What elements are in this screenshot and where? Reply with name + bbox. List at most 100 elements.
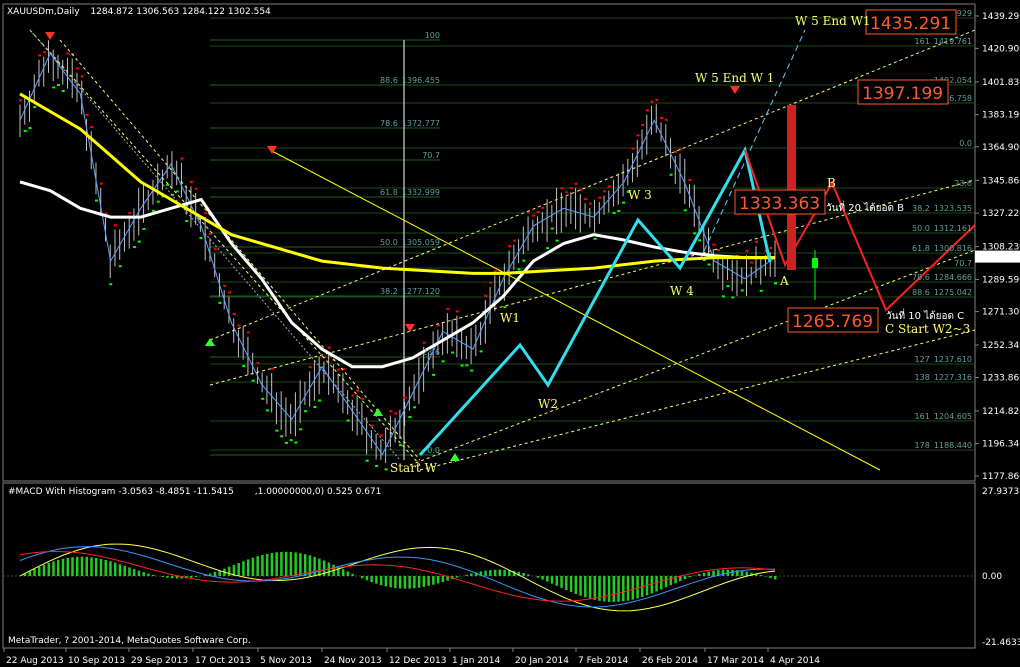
sar-dot — [99, 182, 103, 185]
sar-dot — [132, 246, 136, 249]
macd-histogram-bar — [441, 576, 445, 583]
sar-dot — [522, 259, 526, 262]
price-tick-label: 1439.290 — [982, 12, 1020, 22]
macd-histogram-bar — [384, 576, 388, 587]
sar-dot — [23, 129, 27, 132]
macd-histogram-bar — [546, 576, 549, 582]
date-tick-label: 12 Dec 2013 — [389, 656, 447, 666]
macd-histogram-bar — [574, 576, 578, 594]
sar-dot — [113, 224, 117, 227]
macd-histogram-bar — [707, 571, 711, 576]
macd-histogram-bar — [536, 576, 540, 578]
price-tick-label: 1364.900 — [982, 143, 1020, 153]
fib-right-price: 1300.816 — [934, 244, 972, 253]
macd-histogram-bar — [655, 576, 658, 592]
macd-histogram-bar — [669, 576, 673, 586]
fib-right-price: 1237.610 — [934, 355, 972, 364]
sar-dot — [28, 127, 32, 130]
fib-right-price: 1323.535 — [934, 204, 972, 213]
macd-histogram-bar — [118, 564, 122, 576]
macd-histogram-bar — [47, 562, 50, 576]
sar-dot — [536, 211, 540, 214]
sar-dot — [151, 209, 155, 212]
sar-dot — [683, 209, 687, 212]
price-tick-label: 1327.220 — [982, 209, 1020, 219]
wave-label: W 5 End W 1 — [695, 71, 774, 85]
channel-lines — [29, 29, 976, 471]
macd-histogram-bar — [237, 563, 240, 576]
sar-dot — [128, 212, 132, 215]
sar-dot — [66, 52, 70, 55]
sar-dot — [693, 232, 697, 235]
macd-histogram-bar — [560, 576, 563, 588]
fib-right-price: 1419.761 — [934, 37, 972, 46]
fib-left-pct: 78.6 — [380, 119, 398, 128]
sar-dot — [489, 281, 493, 284]
sar-dot — [370, 424, 374, 427]
macd-histogram-bar — [242, 561, 245, 576]
macd-histogram-bar — [650, 576, 654, 594]
macd-histogram-bar — [341, 569, 345, 576]
sar-dot — [327, 346, 331, 349]
macd-histogram-bar — [52, 561, 55, 576]
sar-dot — [213, 248, 217, 251]
macd-histogram-bar — [194, 576, 198, 578]
sar-dot — [275, 429, 279, 432]
target-box-label: 1265.769 — [792, 312, 873, 332]
price-tick-label: 1401.830 — [982, 78, 1020, 88]
sar-dot — [256, 361, 260, 364]
thai-note: วันที่ 10 ได้ยอด C — [886, 308, 964, 322]
macd-histogram-bar — [413, 576, 416, 589]
sar-dot — [755, 240, 759, 243]
macd-histogram-bar — [493, 569, 497, 576]
series-line-1 — [19, 180, 775, 369]
sar-dot — [251, 379, 255, 382]
macd-histogram-bar — [109, 561, 112, 576]
target-box-label: 1435.291 — [870, 14, 951, 34]
fib-left-price: 1332.999 — [402, 188, 440, 197]
macd-histogram-bar — [588, 576, 592, 599]
sar-dot — [337, 368, 341, 371]
signal-arrow — [373, 408, 383, 416]
sar-dot — [688, 179, 692, 182]
macd-histogram-bar — [251, 557, 255, 576]
sar-dot — [384, 468, 388, 471]
macd-axis-label: 0.00 — [982, 572, 1002, 582]
macd-histogram-bar — [394, 576, 397, 589]
sar-dot — [185, 220, 189, 223]
wave-label: W 5 End W1 — [795, 14, 871, 28]
sar-dot — [574, 182, 578, 185]
sar-dot — [555, 239, 559, 242]
sar-dot — [42, 51, 46, 54]
fib-right-label: 50.0 1312.161 — [912, 224, 972, 233]
channel-line — [419, 329, 976, 471]
macd-histogram-bar — [712, 570, 715, 576]
sar-dot — [227, 291, 231, 294]
sar-dot — [664, 118, 668, 121]
price-chart[interactable]: 27.9373 0.00 -21.4633 XAUUSDm,Daily 1284.8… — [0, 0, 1020, 667]
sar-dot — [612, 211, 616, 214]
sar-dot — [622, 201, 626, 204]
sar-dot — [531, 214, 535, 217]
sar-dot — [351, 394, 355, 397]
sar-dot — [508, 245, 512, 248]
signal-arrow — [45, 32, 55, 40]
macd-histogram-bar — [66, 557, 69, 576]
macd-histogram-bar — [132, 569, 136, 576]
date-tick-label: 22 Aug 2013 — [6, 656, 64, 666]
macd-histogram-bar — [351, 573, 354, 576]
wave-label: C Start W2~3 — [885, 322, 970, 336]
latest-candle-body — [812, 258, 818, 268]
sar-dot — [441, 360, 445, 363]
sar-dot — [465, 364, 469, 367]
fib-right-label: 38.2 1323.535 — [912, 204, 972, 213]
fib-left-pct: 38.2 — [380, 287, 398, 296]
sar-dot — [180, 157, 184, 160]
sar-dot — [85, 113, 89, 116]
price-tick-label: 1420.900 — [982, 44, 1020, 54]
macd-histogram-bar — [612, 576, 616, 602]
date-tick-label: 20 Jan 2014 — [515, 656, 569, 666]
fib-left-pct: 70.7 — [422, 151, 440, 160]
sar-dot — [289, 439, 293, 442]
sar-dot — [413, 406, 417, 409]
